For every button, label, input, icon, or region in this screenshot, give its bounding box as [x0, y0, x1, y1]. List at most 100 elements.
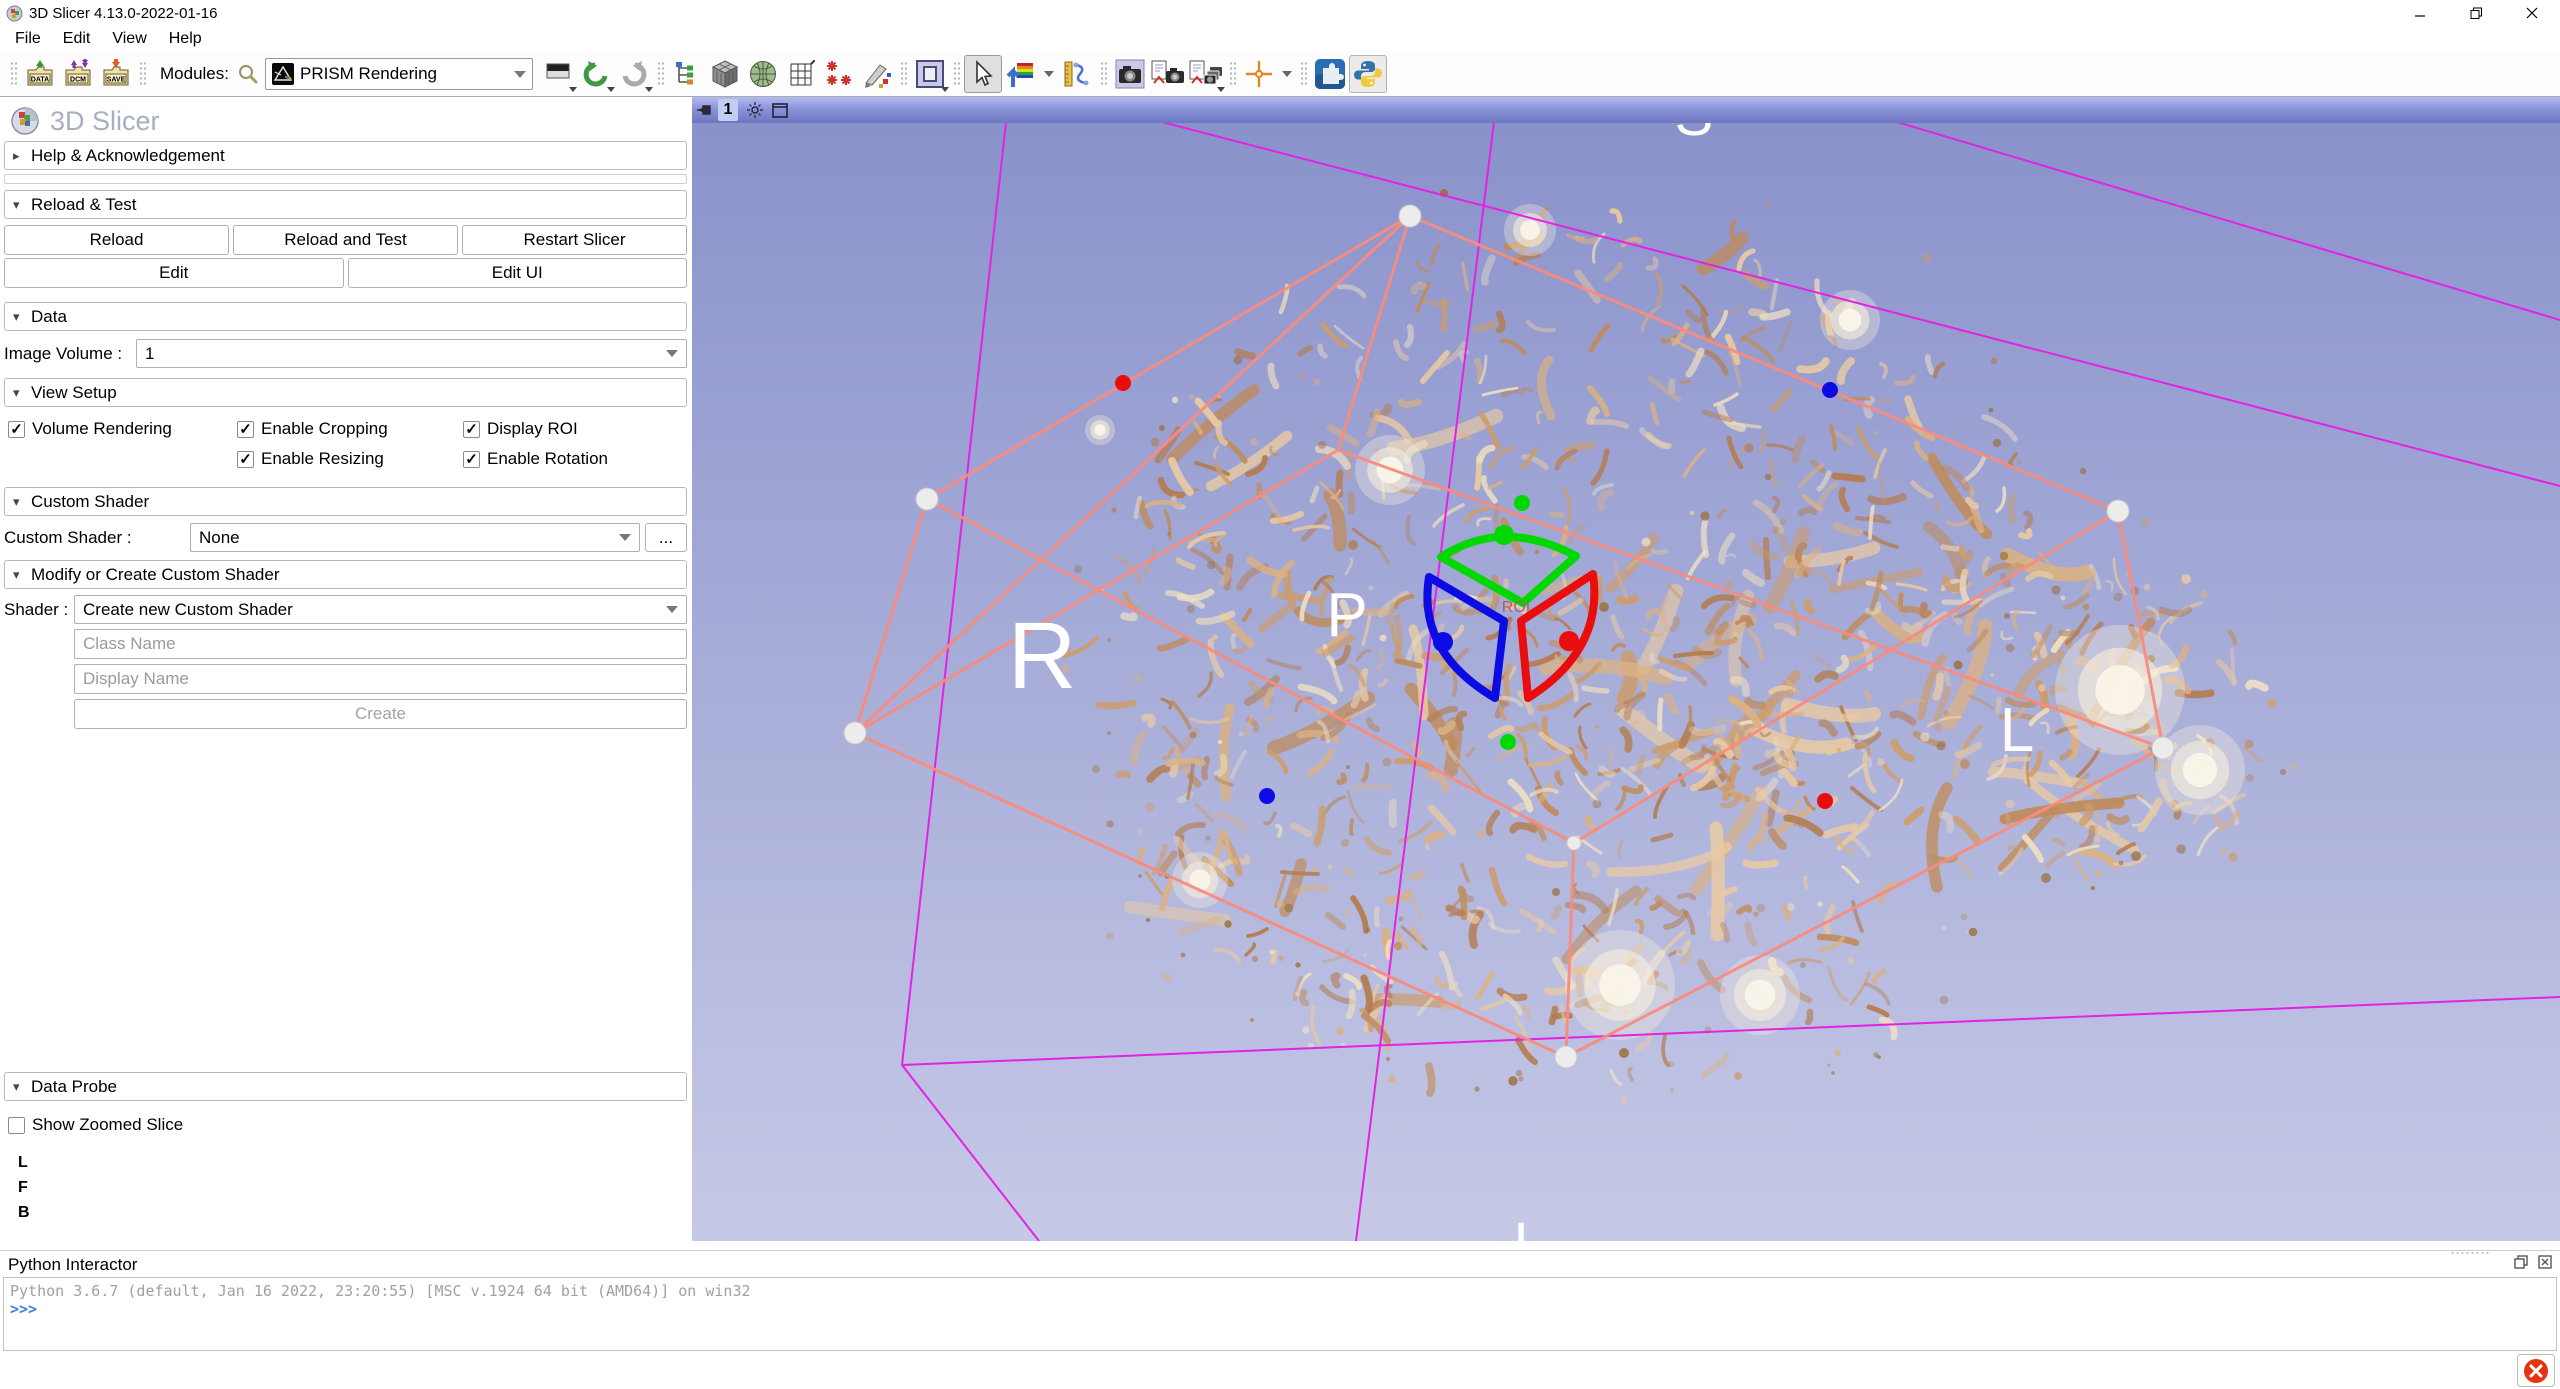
close-button[interactable]: [2504, 0, 2560, 26]
extensions-manager-button[interactable]: [1311, 55, 1349, 93]
hierarchy-icon: [673, 60, 701, 88]
shader-label: Shader :: [4, 600, 74, 620]
error-log-button[interactable]: [2517, 1354, 2555, 1387]
checkbox-label: Show Zoomed Slice: [32, 1115, 183, 1135]
custom-shader-selector[interactable]: None: [190, 523, 640, 552]
screenshot-button[interactable]: [1111, 55, 1149, 93]
transform-grid-icon: [787, 60, 815, 88]
checkbox-enable-rotation[interactable]: ✓ Enable Rotation: [463, 449, 608, 469]
error-icon: [2523, 1358, 2549, 1384]
edit-button[interactable]: Edit: [4, 258, 344, 288]
checkbox-display-roi[interactable]: ✓ Display ROI: [463, 419, 578, 439]
menu-edit[interactable]: Edit: [52, 28, 102, 50]
toolbar-grip[interactable]: [900, 61, 907, 87]
section-label: Reload & Test: [31, 195, 137, 215]
module-selector[interactable]: PRISM Rendering: [265, 58, 533, 90]
volume-rendering-button[interactable]: [706, 55, 744, 93]
close-panel-icon[interactable]: [2538, 1255, 2552, 1269]
edit-ui-button[interactable]: Edit UI: [348, 258, 688, 288]
markups-fiducial-button[interactable]: [820, 55, 858, 93]
mouse-interaction-button[interactable]: [964, 55, 1002, 93]
toolbar-grip[interactable]: [1100, 61, 1107, 87]
python-prompt: >>>: [10, 1300, 2550, 1318]
section-data[interactable]: ▾ Data: [4, 302, 687, 331]
dicom-button[interactable]: DCM: [59, 55, 97, 93]
chevron-down-icon[interactable]: [1282, 71, 1292, 77]
chevron-down-icon[interactable]: [1044, 71, 1054, 77]
fiducial-stars-icon: [824, 59, 854, 89]
threed-viewport: 1: [692, 97, 2560, 1241]
section-help-acknowledgement[interactable]: ▸ Help & Acknowledgement: [4, 141, 687, 170]
checkbox-show-zoomed-slice[interactable]: Show Zoomed Slice: [8, 1115, 183, 1135]
class-name-row: [4, 629, 687, 659]
class-name-input[interactable]: [74, 629, 687, 659]
restart-slicer-button[interactable]: Restart Slicer: [462, 225, 687, 255]
menu-help[interactable]: Help: [158, 28, 213, 50]
undo-button[interactable]: [577, 55, 615, 93]
module-search-icon[interactable]: [237, 63, 259, 85]
section-custom-shader[interactable]: ▾ Custom Shader: [4, 487, 687, 516]
toolbar-grip[interactable]: [139, 61, 146, 87]
reload-button[interactable]: Reload: [4, 225, 229, 255]
models-button[interactable]: [744, 55, 782, 93]
color-flag-icon: [1006, 59, 1036, 89]
chevron-down-icon: [514, 71, 526, 78]
scene-view-restore-button[interactable]: [1187, 55, 1225, 93]
threed-canvas[interactable]: ROI R P L S I: [692, 123, 2560, 1241]
crosshair-button[interactable]: [1240, 55, 1278, 93]
chevron-down-icon: [666, 606, 678, 613]
section-reload-test[interactable]: ▾ Reload & Test: [4, 190, 687, 219]
image-volume-selector[interactable]: 1: [136, 339, 687, 368]
chevron-down-icon: [645, 87, 653, 92]
redo-icon: [619, 59, 649, 89]
section-view-setup[interactable]: ▾ View Setup: [4, 378, 687, 407]
section-label: Data Probe: [31, 1077, 117, 1097]
redo-button[interactable]: [615, 55, 653, 93]
checkbox-enable-resizing[interactable]: ✓ Enable Resizing: [237, 449, 463, 469]
menu-view[interactable]: View: [101, 28, 157, 50]
create-shader-button[interactable]: Create: [74, 699, 687, 729]
section-data-probe[interactable]: ▾ Data Probe: [4, 1072, 687, 1101]
menu-file[interactable]: File: [4, 28, 52, 50]
minimize-button[interactable]: [2392, 0, 2448, 26]
3d-scene[interactable]: ROI R P L S I: [692, 123, 2560, 1241]
python-console[interactable]: Python 3.6.7 (default, Jan 16 2022, 23:2…: [3, 1277, 2557, 1351]
measurements-button[interactable]: [1058, 55, 1096, 93]
checkbox-volume-rendering[interactable]: ✓ Volume Rendering: [8, 419, 237, 439]
restore-button[interactable]: [2448, 0, 2504, 26]
expanded-arrow-icon: ▾: [13, 309, 31, 325]
toolbar-grip[interactable]: [10, 61, 17, 87]
custom-shader-more-button[interactable]: ...: [645, 523, 687, 552]
toolbar-grip[interactable]: [657, 61, 664, 87]
svg-text:SAVE: SAVE: [107, 77, 126, 84]
section-modify-create-shader[interactable]: ▾ Modify or Create Custom Shader: [4, 560, 687, 589]
pin-icon[interactable]: [696, 103, 712, 117]
place-markup-button[interactable]: [1002, 55, 1040, 93]
load-data-button[interactable]: DATA: [21, 55, 59, 93]
subject-hierarchy-button[interactable]: [668, 55, 706, 93]
reload-and-test-button[interactable]: Reload and Test: [233, 225, 458, 255]
layout-selector-button[interactable]: [911, 55, 949, 93]
probe-line-b: B: [18, 1203, 687, 1223]
scene-view-capture-button[interactable]: [1149, 55, 1187, 93]
transforms-button[interactable]: [782, 55, 820, 93]
python-console-button[interactable]: [1349, 55, 1387, 93]
window-level-icon: [546, 63, 570, 85]
display-name-input[interactable]: [74, 664, 687, 694]
toolbar-grip[interactable]: [953, 61, 960, 87]
toolbar-grip[interactable]: [1229, 61, 1236, 87]
panel-grip[interactable]: [2450, 1251, 2490, 1256]
toolbar-grip[interactable]: [1300, 61, 1307, 87]
maximize-view-icon[interactable]: [772, 103, 788, 118]
python-interactor-panel: Python Interactor Python 3.6.7 (default,…: [0, 1250, 2560, 1352]
orientation-label-r: R: [1008, 603, 1077, 709]
checkbox-label: Enable Rotation: [487, 449, 608, 469]
annotations-button[interactable]: [858, 55, 896, 93]
undock-panel-icon[interactable]: [2514, 1255, 2528, 1269]
shader-selector[interactable]: Create new Custom Shader: [74, 595, 687, 624]
save-button[interactable]: SAVE: [97, 55, 135, 93]
view-controller-icon[interactable]: [746, 101, 764, 119]
checkbox-enable-cropping[interactable]: ✓ Enable Cropping: [237, 419, 463, 439]
chevron-down-icon: [666, 350, 678, 357]
window-level-button[interactable]: [539, 55, 577, 93]
